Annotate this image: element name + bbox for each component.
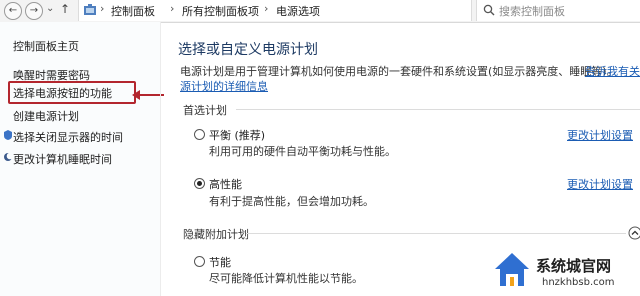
watermark: 系统城官网 hnzkhbsb.com xyxy=(490,248,640,296)
watermark-site-url: hnzkhbsb.com xyxy=(542,277,615,288)
plan-desc-high-performance: 有利于提高性能，但会增加功耗。 xyxy=(209,195,374,208)
plan-desc-power-saver: 尽可能降低计算机性能以节能。 xyxy=(209,272,363,285)
search-icon xyxy=(483,4,495,16)
breadcrumb-separator: › xyxy=(170,2,175,15)
search-placeholder: 搜索控制面板 xyxy=(499,5,565,18)
address-bar: ← → ⌄ ↑ › 控制面板 › 所有控制面板项 › 电源选项 搜索控制面板 xyxy=(0,0,640,23)
power-plan-info-link[interactable]: 告诉我有关 xyxy=(585,63,640,79)
up-button[interactable]: ↑ xyxy=(60,2,70,16)
change-plan-settings-link-high-performance[interactable]: 更改计划设置 xyxy=(567,176,633,192)
forward-button[interactable]: → xyxy=(25,2,43,20)
breadcrumb-power-options[interactable]: 电源选项 xyxy=(276,3,320,19)
sidebar: 控制面板主页 唤醒时需要密码 选择电源按钮的功能 创建电源计划 选择关闭显示器的… xyxy=(0,22,160,296)
sidebar-item-create-plan[interactable]: 创建电源计划 xyxy=(13,108,79,124)
preferred-plans-label: 首选计划 xyxy=(183,104,227,117)
plan-desc-balanced: 利用可用的硬件自动平衡功耗与性能。 xyxy=(209,145,396,158)
plan-name-power-saver[interactable]: 节能 xyxy=(209,254,231,270)
plan-radio-high-performance[interactable] xyxy=(194,178,205,189)
recent-locations-button[interactable]: ⌄ xyxy=(46,3,54,14)
page-title: 选择或自定义电源计划 xyxy=(178,42,318,58)
watermark-logo xyxy=(495,253,529,286)
search-box[interactable]: 搜索控制面板 xyxy=(476,0,640,21)
plan-name-high-performance[interactable]: 高性能 xyxy=(209,176,242,192)
sidebar-divider xyxy=(160,22,161,296)
plan-radio-power-saver[interactable] xyxy=(194,256,205,267)
watermark-site-name: 系统城官网 xyxy=(536,257,612,275)
back-button[interactable]: ← xyxy=(4,2,22,20)
breadcrumb-separator: › xyxy=(100,2,105,15)
shield-icon xyxy=(4,130,12,140)
section-divider xyxy=(246,233,626,234)
plan-radio-balanced[interactable] xyxy=(194,129,205,140)
change-plan-settings-link-balanced[interactable]: 更改计划设置 xyxy=(567,127,633,143)
breadcrumb-separator: › xyxy=(264,2,269,15)
breadcrumb-control-panel[interactable]: 控制面板 xyxy=(111,3,155,19)
power-plan-info-link-continued[interactable]: 源计划的详细信息 xyxy=(180,78,268,94)
section-divider xyxy=(236,109,640,110)
sidebar-item-display-off[interactable]: 选择关闭显示器的时间 xyxy=(13,129,123,145)
moon-icon xyxy=(4,152,13,161)
sidebar-item-power-button[interactable]: 选择电源按钮的功能 xyxy=(13,85,112,101)
hidden-plans-label[interactable]: 隐藏附加计划 xyxy=(183,226,249,242)
address-box[interactable]: › 控制面板 › 所有控制面板项 › 电源选项 xyxy=(78,0,472,21)
breadcrumb-all-items[interactable]: 所有控制面板项 xyxy=(182,3,259,19)
sidebar-item-sleep-time[interactable]: 更改计算机睡眠时间 xyxy=(13,151,112,167)
control-panel-icon xyxy=(84,4,96,15)
sidebar-item-home[interactable]: 控制面板主页 xyxy=(13,38,79,54)
collapse-chevron-icon[interactable] xyxy=(628,226,640,240)
plan-name-balanced[interactable]: 平衡 (推荐) xyxy=(209,127,265,143)
intro-text: 电源计划是用于管理计算机如何使用电源的一套硬件和系统设置(如显示器亮度、睡眠等)… xyxy=(180,65,618,78)
